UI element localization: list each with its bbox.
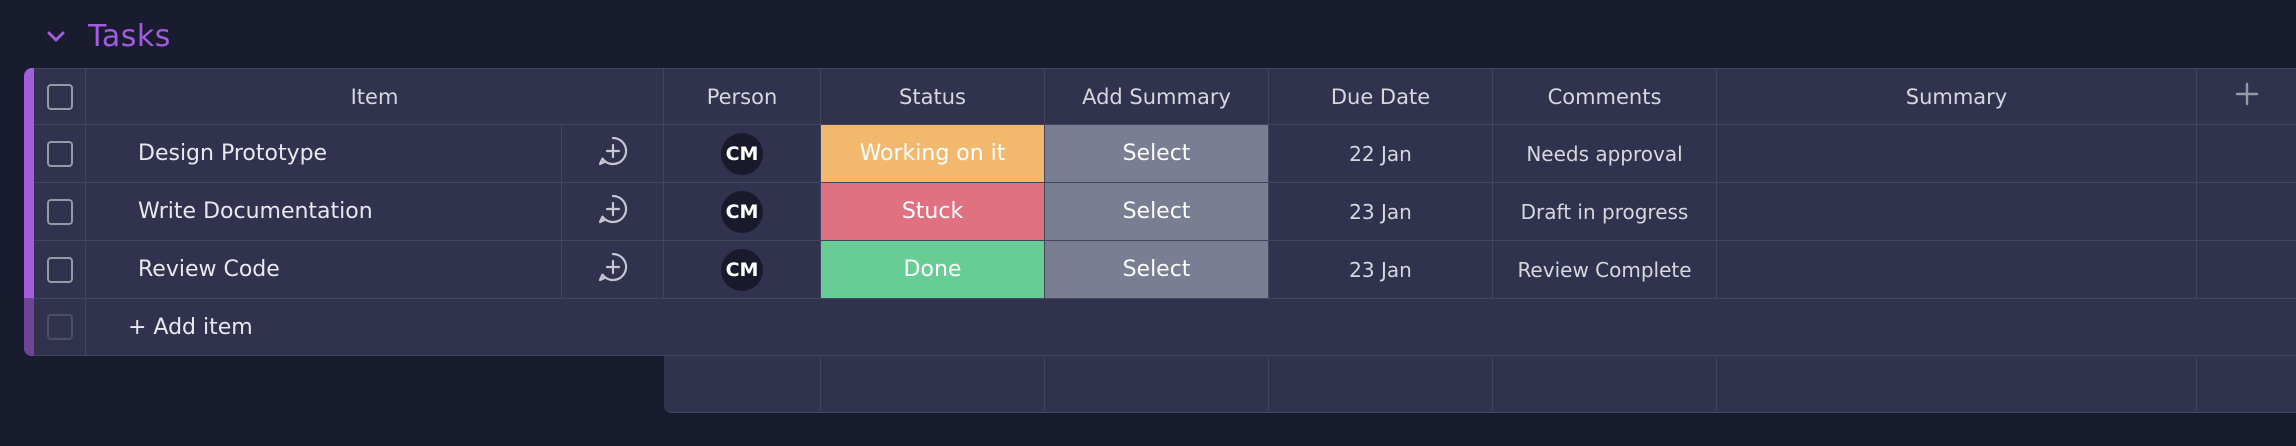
footer-summary-cell [1717,356,2197,412]
person-cell[interactable]: CM [664,241,821,298]
table-row: Write Documentation CM Stuck Select 23 J… [34,183,2296,241]
chevron-down-icon[interactable] [44,24,68,48]
column-header-item[interactable]: Item [86,69,664,124]
table-row: Review Code CM Done Select 23 Jan Review… [34,241,2296,299]
footer-person-cell [664,356,821,412]
item-name[interactable]: Review Code [86,241,562,298]
comments-cell[interactable]: Needs approval [1493,125,1717,182]
avatar: CM [721,132,763,175]
row-checkbox-cell [34,125,86,182]
item-name[interactable]: Design Prototype [86,125,562,182]
column-header-summary[interactable]: Summary [1717,69,2197,124]
person-cell[interactable]: CM [664,183,821,240]
empty-cell [2197,241,2296,298]
summary-cell[interactable] [1717,183,2197,240]
comments-cell[interactable]: Review Complete [1493,241,1717,298]
add-row-checkbox-cell [34,299,86,355]
select-button[interactable]: Select [1045,183,1268,240]
status-label: Stuck [821,183,1044,240]
add-summary-cell[interactable]: Select [1045,183,1269,240]
add-summary-cell[interactable]: Select [1045,125,1269,182]
add-update-icon [597,193,629,230]
add-update-icon [597,135,629,172]
footer-add-summary-cell [1045,356,1269,412]
group-header: Tasks [44,14,171,58]
table-header-row: Item Person Status Add Summary Due Date … [34,68,2296,125]
column-header-due-date[interactable]: Due Date [1269,69,1493,124]
add-summary-cell[interactable]: Select [1045,241,1269,298]
row-checkbox-cell [34,241,86,298]
due-date-cell[interactable]: 23 Jan [1269,183,1493,240]
add-column-button[interactable] [2197,69,2296,124]
footer-comments-cell [1493,356,1717,412]
row-checkbox-cell [34,183,86,240]
footer-empty-cell [2197,356,2296,412]
add-item-input[interactable]: + Add item [86,299,253,355]
footer-status-cell [821,356,1045,412]
add-update-icon [597,251,629,288]
column-header-comments[interactable]: Comments [1493,69,1717,124]
group-color-bar-add [24,298,34,356]
add-row-checkbox [46,314,73,340]
select-button[interactable]: Select [1045,125,1268,182]
due-date-cell[interactable]: 22 Jan [1269,125,1493,182]
status-label: Done [821,241,1044,298]
status-cell[interactable]: Working on it [821,125,1045,182]
empty-cell [2197,183,2296,240]
due-date-cell[interactable]: 23 Jan [1269,241,1493,298]
person-cell[interactable]: CM [664,125,821,182]
add-update-button[interactable] [562,183,664,240]
column-header-add-summary[interactable]: Add Summary [1045,69,1269,124]
summary-cell[interactable] [1717,125,2197,182]
avatar: CM [721,248,763,291]
column-header-status[interactable]: Status [821,69,1045,124]
item-name[interactable]: Write Documentation [86,183,562,240]
column-header-person[interactable]: Person [664,69,821,124]
group-title[interactable]: Tasks [88,19,171,54]
comments-cell[interactable]: Draft in progress [1493,183,1717,240]
avatar: CM [721,190,763,233]
select-button[interactable]: Select [1045,241,1268,298]
plus-icon [2234,81,2260,112]
add-update-button[interactable] [562,125,664,182]
summary-cell[interactable] [1717,241,2197,298]
status-cell[interactable]: Stuck [821,183,1045,240]
header-checkbox-cell [34,69,86,124]
row-checkbox[interactable] [46,140,73,167]
footer-due-date-cell [1269,356,1493,412]
empty-cell [2197,125,2296,182]
add-item-row: + Add item [34,299,2296,356]
status-cell[interactable]: Done [821,241,1045,298]
summary-footer-row [664,356,2296,413]
add-update-button[interactable] [562,241,664,298]
status-label: Working on it [821,125,1044,182]
select-all-checkbox[interactable] [46,83,73,110]
table-row: Design Prototype CM Working on it Select… [34,125,2296,183]
row-checkbox[interactable] [46,256,73,283]
row-checkbox[interactable] [46,198,73,225]
